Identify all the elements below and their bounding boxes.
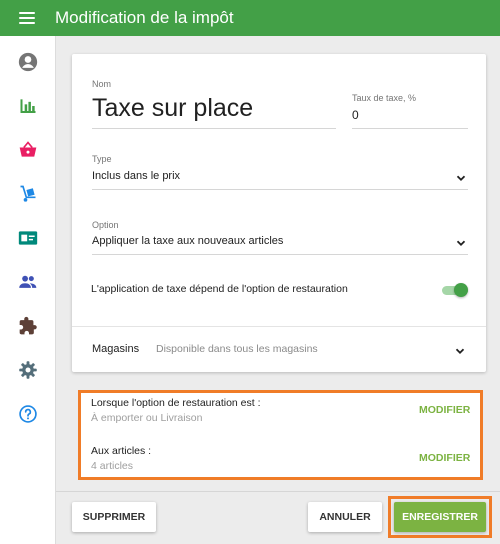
footer-divider (56, 491, 500, 492)
type-select[interactable]: Inclus dans le prix (92, 170, 180, 182)
delete-button[interactable]: SUPPRIMER (72, 502, 156, 532)
option-select[interactable]: Appliquer la taxe aux nouveaux articles (92, 235, 283, 247)
name-field[interactable]: Taxe sur place (92, 94, 253, 123)
type-label: Type (92, 154, 112, 164)
app-bar: Modification de la impôt (0, 0, 500, 36)
stores-value: Disponible dans tous les magasins (156, 343, 318, 355)
dining-condition-value: À emporter ou Livraison (91, 412, 203, 424)
name-label: Nom (92, 79, 112, 89)
dining-option-toggle[interactable] (442, 283, 468, 297)
toggle-knob (454, 283, 468, 297)
people-icon[interactable] (16, 270, 40, 294)
chevron-down-icon[interactable] (455, 172, 467, 184)
puzzle-icon[interactable] (16, 314, 40, 338)
chevron-down-icon[interactable] (454, 345, 466, 357)
help-icon[interactable] (16, 402, 40, 426)
option-label: Option (92, 220, 119, 230)
account-circle-icon[interactable] (16, 50, 40, 74)
basket-icon[interactable] (16, 138, 40, 162)
tax-form-card: Nom Taxe sur place Taux de taxe, % 0 Typ… (72, 54, 486, 372)
settings-icon[interactable] (16, 358, 40, 382)
dining-option-toggle-label: L'application de taxe dépend de l'option… (91, 283, 348, 295)
page-title: Modification de la impôt (55, 8, 234, 27)
tax-rate-underline (352, 128, 468, 129)
conditions-card: Lorsque l'option de restauration est : À… (81, 393, 480, 477)
stores-label: Magasins (92, 343, 140, 355)
bar-chart-icon[interactable] (16, 94, 40, 118)
hand-truck-icon[interactable] (16, 182, 40, 206)
tax-rate-label: Taux de taxe, % (352, 93, 417, 103)
option-underline (92, 254, 468, 255)
contact-card-icon[interactable] (16, 226, 40, 250)
chevron-down-icon[interactable] (455, 237, 467, 249)
modify-dining-button[interactable]: MODIFIER (419, 404, 470, 416)
menu-icon[interactable] (19, 12, 35, 24)
modify-items-button[interactable]: MODIFIER (419, 452, 470, 464)
save-button[interactable]: ENREGISTRER (394, 502, 486, 532)
type-underline (92, 189, 468, 190)
items-condition-title: Aux articles : (91, 445, 152, 457)
cancel-button[interactable]: ANNULER (308, 502, 382, 532)
name-underline (92, 128, 336, 129)
dining-condition-title: Lorsque l'option de restauration est : (91, 397, 261, 409)
stores-row[interactable]: Magasins Disponible dans tous les magasi… (72, 327, 486, 372)
sidebar (0, 36, 56, 544)
items-condition-value: 4 articles (91, 460, 134, 472)
tax-rate-field[interactable]: 0 (352, 108, 359, 122)
